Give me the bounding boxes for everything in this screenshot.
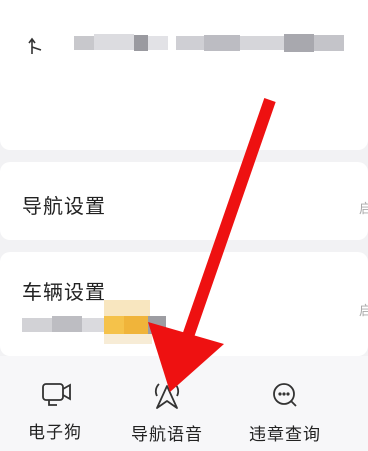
vehicle-settings-hint: 启 [358,304,368,319]
nav-voice-icon [154,383,180,409]
toolbar-label-violation-query: 违章查询 [249,425,321,445]
nav-settings-hint: 启 [358,202,368,217]
recent-route-card[interactable] [0,0,368,150]
vehicle-settings-title: 车辆设置 [22,280,106,304]
toolbar-label-nav-voice: 导航语音 [131,425,203,445]
dashcam-icon [42,383,71,406]
toolbar-item-nav-voice[interactable]: 导航语音 [112,380,222,445]
toolbar-item-violation-query[interactable]: 违章查询 [230,380,340,445]
toolbar-label-dashcam: 电子狗 [28,423,82,443]
violation-query-icon [273,383,297,407]
nav-settings-title: 导航设置 [22,194,106,218]
route-turn-arrow-icon [28,37,42,54]
toolbar-item-dashcam[interactable]: 电子狗 [0,380,110,443]
